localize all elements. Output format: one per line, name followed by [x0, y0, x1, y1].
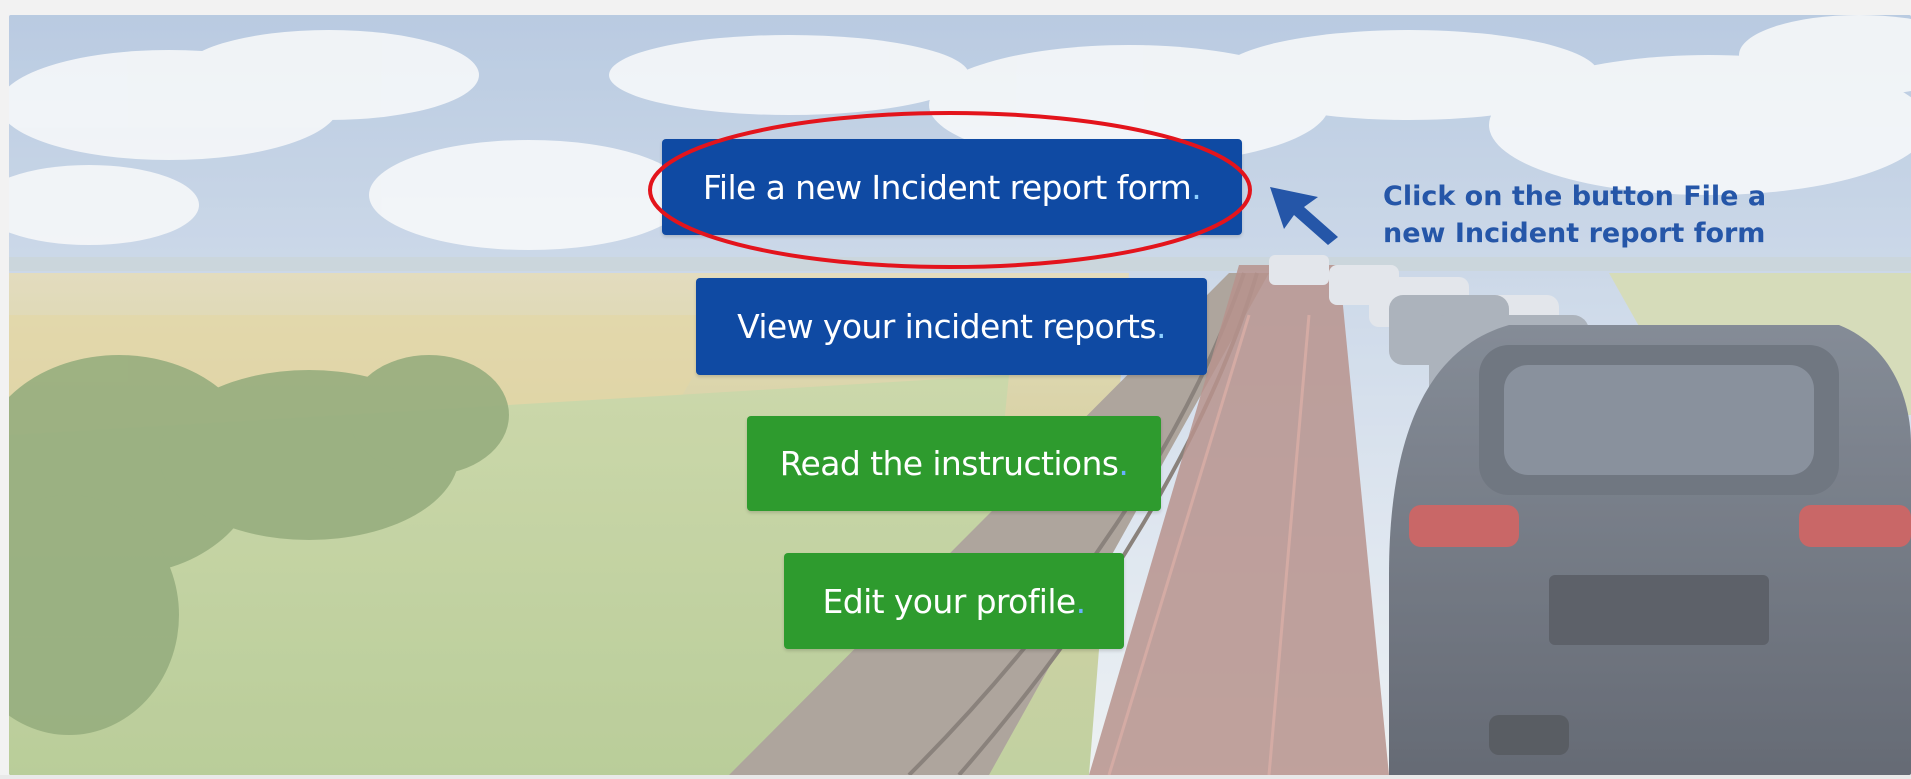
view-incident-reports-label: View your incident reports: [737, 307, 1156, 346]
view-incident-reports-button[interactable]: View your incident reports.: [696, 278, 1207, 375]
annotation-line-2: new Incident report form: [1383, 218, 1766, 249]
annotation-callout: Click on the button File a new Incident …: [1383, 178, 1803, 252]
read-instructions-label: Read the instructions: [779, 444, 1119, 483]
pointer-arrow-icon: [1270, 187, 1338, 245]
edit-profile-button[interactable]: Edit your profile.: [784, 553, 1124, 649]
read-instructions-button[interactable]: Read the instructions.: [747, 416, 1161, 511]
annotation-line-1: Click on the button File a: [1383, 181, 1767, 212]
read-instructions-dot: .: [1118, 444, 1129, 483]
edit-profile-label: Edit your profile: [822, 581, 1076, 621]
highlight-ellipse: [648, 111, 1252, 269]
view-incident-reports-dot: .: [1155, 307, 1166, 346]
bottom-bar: [0, 775, 1911, 779]
edit-profile-dot: .: [1075, 581, 1086, 621]
